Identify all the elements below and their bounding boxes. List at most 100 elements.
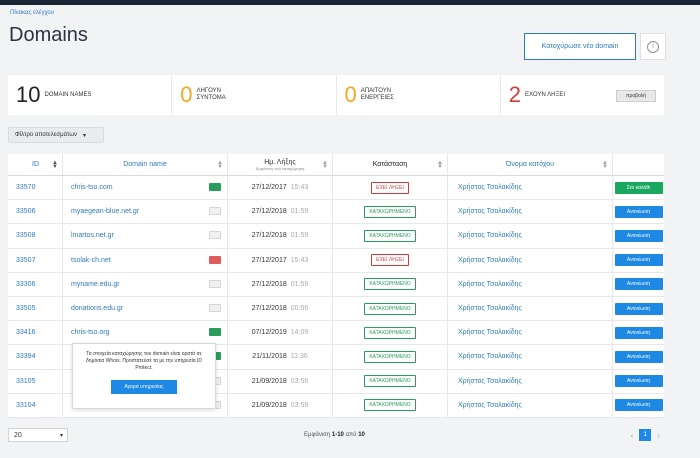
status-badge: ΚΑΤΑΧΩΡΗΜΕΝΟ <box>364 229 416 242</box>
stat-value: 10 <box>16 82 41 107</box>
info-icon: i <box>647 40 659 53</box>
column-status[interactable]: Κατάσταση ▲ ▼ <box>333 154 448 175</box>
status-badge: ΚΑΤΑΧΩΡΗΜΕΝΟ <box>364 375 416 388</box>
action-cell: Ανανέωση <box>613 370 664 393</box>
next-page-icon[interactable]: › <box>657 431 660 440</box>
owner-name[interactable]: Χρήστος Τσολακίδης <box>448 200 613 224</box>
renew-button[interactable]: Ανανέωση <box>614 399 663 412</box>
chevron-down-icon: ▾ <box>59 432 63 439</box>
owner-name[interactable]: Χρήστος Τσολακίδης <box>448 345 613 369</box>
expiry-date: 21/09/2018 03:56 <box>228 369 333 393</box>
whois-icon[interactable] <box>209 207 221 216</box>
expiry-date: 27/12/2017 15:43 <box>228 176 333 200</box>
column-domain[interactable]: Domain name ▲ ▼ <box>63 154 228 175</box>
domain-name[interactable]: myname.edu.gr <box>63 272 228 296</box>
sort-icon: ▲ ▼ <box>217 160 223 170</box>
column-action <box>613 154 664 175</box>
per-page-select[interactable]: 20 ▾ <box>8 428 68 442</box>
domain-id[interactable]: 33505 <box>8 296 63 321</box>
table-row: 33508 lmartos.net.gr 27/12/2018 01:59 ΚΑΤΑΧΩ… <box>8 224 664 249</box>
buy-service-button[interactable]: Αγορά υπηρεσίας <box>111 380 177 394</box>
breadcrumb[interactable]: Πίνακας ελέγχου <box>10 10 54 16</box>
domain-name[interactable]: myaegean-blue.net.gr <box>63 200 228 224</box>
domain-id[interactable]: 33104 <box>8 393 63 417</box>
status-badge: ΚΑΤΑΧΩΡΗΜΕΝΟ <box>364 278 416 291</box>
stat-label: ΑΠΑΙΤΟΥΝ ΕΝΕΡΓΕΙΕΣ <box>360 88 394 101</box>
domain-name[interactable]: donations.edu.gr <box>63 296 228 321</box>
sort-icon: ▲ ▼ <box>322 160 328 170</box>
results-summary: Εμφάνιση 1-10 από 10 <box>304 432 365 438</box>
sort-icon: ▲ ▼ <box>52 160 58 170</box>
domain-name[interactable]: chris-tso.org <box>63 321 228 345</box>
owner-name[interactable]: Χρήστος Τσολακίδης <box>448 369 613 393</box>
renew-button[interactable]: Ανανέωση <box>614 326 663 339</box>
owner-name[interactable]: Χρήστος Τσολακίδης <box>448 224 613 248</box>
renew-button[interactable]: Ανανέωση <box>614 375 663 388</box>
page-title: Domains <box>9 24 88 46</box>
expiry-date: 07/12/2019 14:09 <box>228 321 333 345</box>
action-cell: Ανανέωση <box>613 297 664 320</box>
whois-icon[interactable] <box>209 303 221 312</box>
stat-expiring-soon: 0 ΛΗΓΟΥΝ ΣΥΝΤΟΜΑ <box>172 75 337 115</box>
domain-id[interactable]: 33508 <box>8 224 63 248</box>
owner-name[interactable]: Χρήστος Τσολακίδης <box>448 272 613 296</box>
stat-domain-names: 10 DOMAIN NAMES <box>8 75 173 115</box>
owner-name[interactable]: Χρήστος Τσολακίδης <box>448 321 613 345</box>
domain-id[interactable]: 33416 <box>8 321 63 345</box>
status-badge-cell: EXEI ΛΗΞΕΙ <box>333 248 448 272</box>
domain-name[interactable]: tsolak-ch.net <box>63 248 228 272</box>
renew-button[interactable]: Ανανέωση <box>614 254 663 267</box>
pagination: ‹ 1 › <box>631 429 660 441</box>
renew-button[interactable]: Ανανέωση <box>614 278 663 291</box>
view-expired-button[interactable]: προβολή <box>616 90 656 102</box>
status-badge-cell: ΚΑΤΑΧΩΡΗΜΕΝΟ <box>333 369 448 393</box>
action-cell: Ανανέωση <box>613 249 664 272</box>
domain-id[interactable]: 33506 <box>8 200 63 224</box>
page-1-button[interactable]: 1 <box>639 429 652 441</box>
status-badge-cell: ΚΑΤΑΧΩΡΗΜΕΝΟ <box>333 272 448 296</box>
action-cell: Ανανέωση <box>613 394 664 417</box>
owner-name[interactable]: Χρήστος Τσολακίδης <box>448 248 613 272</box>
renew-button[interactable]: Ανανέωση <box>614 302 663 315</box>
column-id[interactable]: ID ▲ ▼ <box>8 154 63 175</box>
renew-button[interactable]: Ανανέωση <box>614 229 663 242</box>
owner-name[interactable]: Χρήστος Τσολακίδης <box>448 296 613 321</box>
column-expiry[interactable]: Ημ. Λήξης Εμφάνιση ανά καταχώρηση ▲ ▼ <box>228 154 333 175</box>
status-badge: ΚΑΤΑΧΩΡΗΜΕΝΟ <box>364 399 416 412</box>
action-cell: Ανανέωση <box>613 200 664 223</box>
table-footer: 20 ▾ Εμφάνιση 1-10 από 10 ‹ 1 › <box>8 426 664 446</box>
popup-text: Τα στοιχεία καταχώρησης του domain είναι… <box>86 351 202 371</box>
column-owner[interactable]: Όνομα κατόχου ▲ ▼ <box>448 154 613 175</box>
whois-icon[interactable] <box>209 231 221 240</box>
owner-name[interactable]: Χρήστος Τσολακίδης <box>448 393 613 417</box>
filter-dropdown[interactable]: Φίλτρο αποτελεσμάτων ▾ <box>8 127 104 143</box>
prev-page-icon[interactable]: ‹ <box>631 431 634 440</box>
whois-icon[interactable] <box>209 279 221 288</box>
register-domain-button[interactable]: Κατοχύρωσε νέο domain <box>524 33 636 60</box>
domain-name[interactable]: chris-tso.com <box>63 176 228 200</box>
domain-id[interactable]: 33306 <box>8 272 63 296</box>
add-to-cart-button[interactable]: Στο καλάθι <box>614 181 663 194</box>
domain-id[interactable]: 33105 <box>8 369 63 393</box>
table-row: 33570 chris-tso.com 27/12/2017 15:43 EXEI ΛΗ… <box>8 176 664 201</box>
status-badge: ΚΑΤΑΧΩΡΗΜΕΝΟ <box>364 302 416 315</box>
domain-id[interactable]: 33394 <box>8 345 63 369</box>
whois-icon[interactable] <box>209 328 221 337</box>
owner-name[interactable]: Χρήστος Τσολακίδης <box>448 176 613 200</box>
status-badge: ΚΑΤΑΧΩΡΗΜΕΝΟ <box>364 326 416 339</box>
domain-name[interactable]: lmartos.net.gr <box>63 224 228 248</box>
action-cell: Στο καλάθι <box>613 176 664 199</box>
domain-id[interactable]: 33507 <box>8 248 63 272</box>
status-badge: ΚΑΤΑΧΩΡΗΜΕΝΟ <box>364 205 416 218</box>
status-badge: EXEI ΛΗΞΕΙ <box>371 181 409 194</box>
table-row: 33416 chris-tso.org 07/12/2019 14:09 ΚΑΤΑΧΩΡ… <box>8 321 664 346</box>
renew-button[interactable]: Ανανέωση <box>614 350 663 363</box>
info-button[interactable]: i <box>640 33 666 60</box>
stat-expired: 2 ΕΧΟΥΝ ΛΗΞΕΙ προβολή <box>501 75 664 115</box>
whois-icon[interactable] <box>209 255 221 264</box>
whois-icon[interactable] <box>209 183 221 191</box>
stat-value: 0 <box>180 82 193 107</box>
domain-id[interactable]: 33570 <box>8 176 63 200</box>
table-row: 33505 donations.edu.gr 27/12/2018 00:56 ΚΑΤΑ… <box>8 296 664 322</box>
renew-button[interactable]: Ανανέωση <box>614 205 663 218</box>
